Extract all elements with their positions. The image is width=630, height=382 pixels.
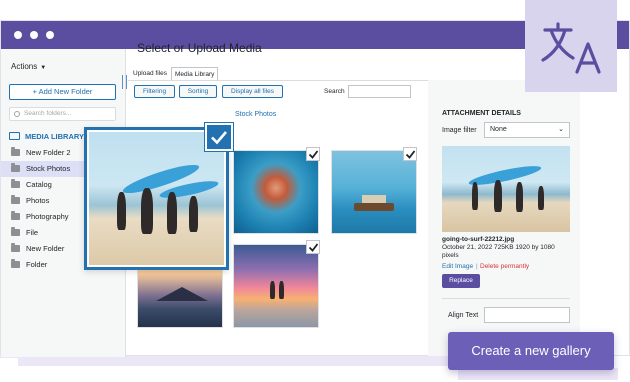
checked-checkbox[interactable] [306, 240, 320, 254]
folder-icon [11, 195, 20, 204]
media-library-label: MEDIA LIBRARY [25, 132, 85, 141]
search-folders-placeholder: Search folders... [24, 110, 72, 117]
folder-label: New Folder 2 [26, 148, 71, 157]
breadcrumb[interactable]: Stock Photos [235, 111, 276, 118]
folder-label: Folder [26, 260, 48, 269]
modal-title: Select or Upload Media [137, 41, 262, 55]
media-thumbnail[interactable] [331, 150, 417, 234]
file-meta: October 21, 2022 725KB 1920 by 1080 pixe… [442, 244, 555, 259]
person-silhouette [516, 182, 523, 212]
search-input[interactable] [348, 85, 411, 98]
selected-checkbox[interactable] [205, 123, 233, 151]
window-dot [14, 31, 22, 39]
check-icon [405, 150, 416, 159]
person-silhouette [270, 281, 275, 299]
checked-checkbox[interactable] [306, 147, 320, 161]
mountain-shape [156, 287, 208, 301]
translate-icon [541, 22, 601, 74]
delete-permanently-link[interactable]: Delete permantly [480, 263, 529, 270]
actions-menu[interactable]: Actions ▼ [11, 62, 46, 71]
check-icon [308, 150, 319, 159]
folder-icon [11, 243, 20, 252]
person-silhouette [472, 182, 478, 210]
search-folders-input[interactable]: Search folders... [9, 107, 116, 121]
align-text-label: Align Text [448, 312, 479, 319]
folder-icon [11, 227, 20, 236]
folder-icon [11, 259, 20, 268]
check-icon [308, 243, 319, 252]
folder-icon [11, 211, 20, 220]
sorting-button[interactable]: Sorting [179, 85, 217, 98]
image-filter-select[interactable]: None ⌄ [484, 122, 570, 138]
folder-icon [11, 163, 20, 172]
caret-down-icon: ▼ [40, 65, 47, 71]
boat-cabin-shape [362, 195, 386, 203]
folder-label: Stock Photos [26, 164, 71, 173]
person-silhouette [494, 180, 502, 212]
folder-label: Catalog [26, 180, 52, 189]
tabs-divider [128, 80, 428, 81]
boat-shape [354, 203, 394, 211]
window-dot [46, 31, 54, 39]
actions-label: Actions [11, 62, 38, 71]
image-filter-value: None [490, 126, 507, 133]
sidebar-resize-handle[interactable] [122, 75, 127, 89]
attachment-details-title: ATTACHMENT DETAILS [442, 110, 521, 117]
tab-upload-files[interactable]: Upload files [130, 67, 170, 81]
file-name: going-to-surf-22212.jpg [442, 236, 515, 243]
surfboard-shape [467, 162, 543, 189]
attachment-preview-image [442, 146, 570, 232]
surf-photo [89, 132, 224, 265]
window-dot [30, 31, 38, 39]
display-all-files-button[interactable]: Display all files [222, 85, 283, 98]
person-silhouette [167, 192, 177, 234]
edit-image-link[interactable]: Edit Image [442, 263, 473, 270]
folder-label: Photos [26, 196, 50, 205]
person-silhouette [189, 196, 198, 232]
replace-button[interactable]: Replace [442, 274, 480, 288]
folder-icon [11, 179, 20, 188]
add-new-folder-button[interactable]: + Add New Folder [9, 84, 116, 100]
chevron-down-icon: ⌄ [558, 126, 564, 133]
decorative-backdrop [18, 356, 448, 366]
translate-badge[interactable] [525, 0, 617, 92]
link-separator: | [476, 263, 478, 270]
media-thumbnail[interactable] [233, 150, 319, 234]
tab-media-library[interactable]: Media Library [171, 67, 219, 81]
person-silhouette [141, 188, 153, 234]
search-label: Search [324, 88, 345, 95]
search-icon [14, 111, 20, 117]
person-silhouette [117, 192, 126, 230]
person-silhouette [538, 186, 544, 210]
person-silhouette [279, 281, 284, 299]
folder-icon [11, 147, 20, 156]
media-thumbnail[interactable] [233, 244, 319, 328]
folder-label: File [26, 228, 39, 237]
details-divider [442, 298, 570, 299]
media-library-icon [9, 132, 20, 140]
folder-label: New Folder [26, 244, 65, 253]
folder-label: Photography [26, 212, 69, 221]
align-text-input[interactable] [484, 307, 570, 323]
check-icon [211, 131, 227, 145]
image-filter-label: Image filter [442, 127, 477, 134]
filtering-button[interactable]: Filtering [134, 85, 175, 98]
create-gallery-button[interactable]: Create a new gallery [448, 332, 614, 370]
checked-checkbox[interactable] [403, 147, 417, 161]
